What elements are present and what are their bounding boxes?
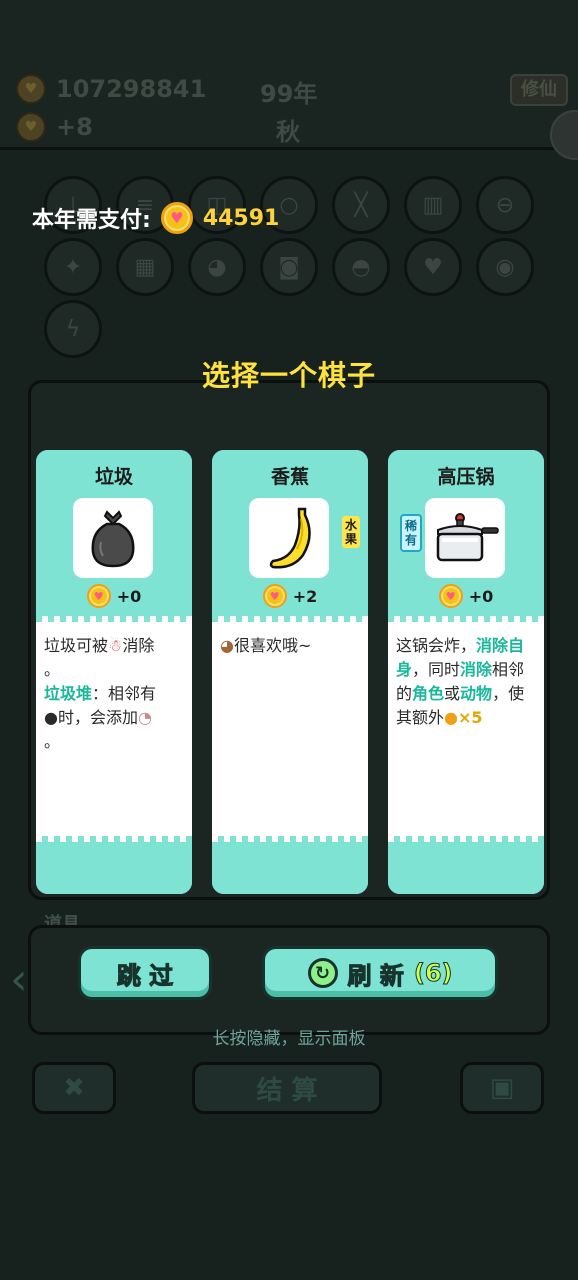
card-description: 这锅会炸，消除自身，同时消除相邻的角色或动物，使其额外●×5 [396,634,538,730]
piece-card-banana[interactable]: 香蕉 水果 ♥ +2 ◕很喜欢哦~ [212,450,368,894]
desc-text: 时，会添加 [57,708,138,727]
desc-highlight: 垃圾堆 [44,684,93,703]
long-press-hint: 长按隐藏，显示面板 [212,1029,366,1049]
income-coin-icon: ♥ [16,112,46,142]
annual-payment: 本年需支付: ♥ 44591 [32,202,279,234]
desc-text: 这锅会炸， [396,636,477,655]
card-value: ♥ +0 [36,584,192,608]
lightning-icon: ϟ [44,300,102,358]
fruit-tag: 水果 [342,516,360,548]
desc-highlight: 动物 [460,684,493,703]
gold-stat: ♥ 107298841 [16,74,206,104]
desc-highlight: 消除 [460,660,493,679]
desc-multiplier: ×5 [457,708,483,727]
season-label: 秋 [276,118,300,146]
desc-text: 。 [44,732,61,751]
refresh-count: (6) [413,959,453,988]
monkey-icon: ◕ [220,636,234,655]
year-label: 99年 [260,80,318,108]
choose-piece-title: 选择一个棋子 [201,359,376,392]
card-footer [212,836,368,894]
desc-text: 。 [44,660,61,679]
dog-icon: ◉ [476,238,534,296]
rare-tag: 稀有 [400,514,422,552]
shell-icon: ◓ [332,238,390,296]
delete-icon: ✖ [63,1073,85,1103]
card-title: 香蕉 [270,466,309,488]
card-title: 高压锅 [437,466,495,488]
card-description: 垃圾可被☃消除 。 垃圾堆：相邻有 ●时，会添加◔ 。 [44,634,186,754]
desc-highlight: 角色 [412,684,445,703]
card-divider [388,616,544,622]
desc-text: ，同时 [412,660,461,679]
top-status-bar: ♥ 107298841 ♥ +8 99年 秋 修仙 [0,0,578,160]
xiuxian-button[interactable]: 修仙 [510,74,568,106]
piece-card-pressure-cooker[interactable]: 高压锅 稀有 ♥ +0 这锅会炸，消除自身，同时消除相邻的角色或动物，使其额外●… [388,450,544,894]
card-footer [36,836,192,894]
skip-button[interactable]: 跳 过 [78,946,212,1000]
santa-icon: ☃ [108,636,123,655]
card-value: ♥ +0 [388,584,544,608]
cubes-icon: ▦ [116,238,174,296]
briefcase-icon: ▣ [489,1073,515,1103]
desc-text: 消除 [122,636,155,655]
coin-icon: ♥ [86,584,111,608]
coin-icon: ♥ [262,584,287,608]
banana-icon [249,498,329,578]
refresh-label: 刷 新 [347,961,404,990]
income-value: +8 [56,113,93,141]
garbage-small-icon: ● [44,708,58,727]
gold-coin-icon: ♥ [16,74,46,104]
coin-inline-icon: ● [444,708,458,727]
value-text: +0 [116,586,142,606]
refresh-icon: ↻ [307,958,338,988]
desc-text: 很喜欢哦~ [233,636,312,655]
piece-card-garbage[interactable]: 垃圾 ♥ +0 垃圾可被☃消除 。 垃圾堆：相邻有 ●时，会添加◔ 。 [36,450,192,894]
pressure-cooker-icon [425,498,505,578]
piggy-bank-icon: ◕ [188,238,246,296]
coin-icon: ♥ [438,584,463,608]
refresh-button[interactable]: ↻ 刷 新 (6) [262,946,498,1000]
income-stat: ♥ +8 [16,112,93,142]
bag-button[interactable]: ▣ [460,1062,544,1114]
card-divider [36,616,192,622]
minus-icon: ⊖ [476,176,534,234]
compass-icon: ✦ [44,238,102,296]
left-arrow-icon[interactable]: ‹ [10,952,46,1008]
settle-button[interactable]: 结 算 [192,1062,382,1114]
desc-text: 垃圾可被 [44,636,109,655]
desc-text: ：相邻有 [92,684,157,703]
skip-label: 跳 过 [116,961,174,990]
card-value: ♥ +2 [212,584,368,608]
gold-value: 107298841 [56,75,207,103]
coin-icon: ♥ [160,202,193,234]
mouse-icon: ◔ [137,708,152,727]
card-divider [212,616,368,622]
settle-label: 结 算 [256,1075,318,1106]
card-title: 垃圾 [94,466,133,488]
card-footer [388,836,544,894]
fries-icon: ▥ [404,176,462,234]
jar-icon: ◙ [260,238,318,296]
remove-button[interactable]: ✖ [32,1062,116,1114]
chopsticks-icon: ╳ [332,176,390,234]
desc-text: 或 [444,684,461,703]
garbage-bag-icon [73,498,153,578]
card-description: ◕很喜欢哦~ [220,634,362,658]
heart-fan-icon: ♥ [404,238,462,296]
value-text: +0 [468,586,494,606]
payment-label: 本年需支付: [32,208,151,233]
value-text: +2 [292,586,318,606]
payment-amount: 44591 [202,205,280,231]
